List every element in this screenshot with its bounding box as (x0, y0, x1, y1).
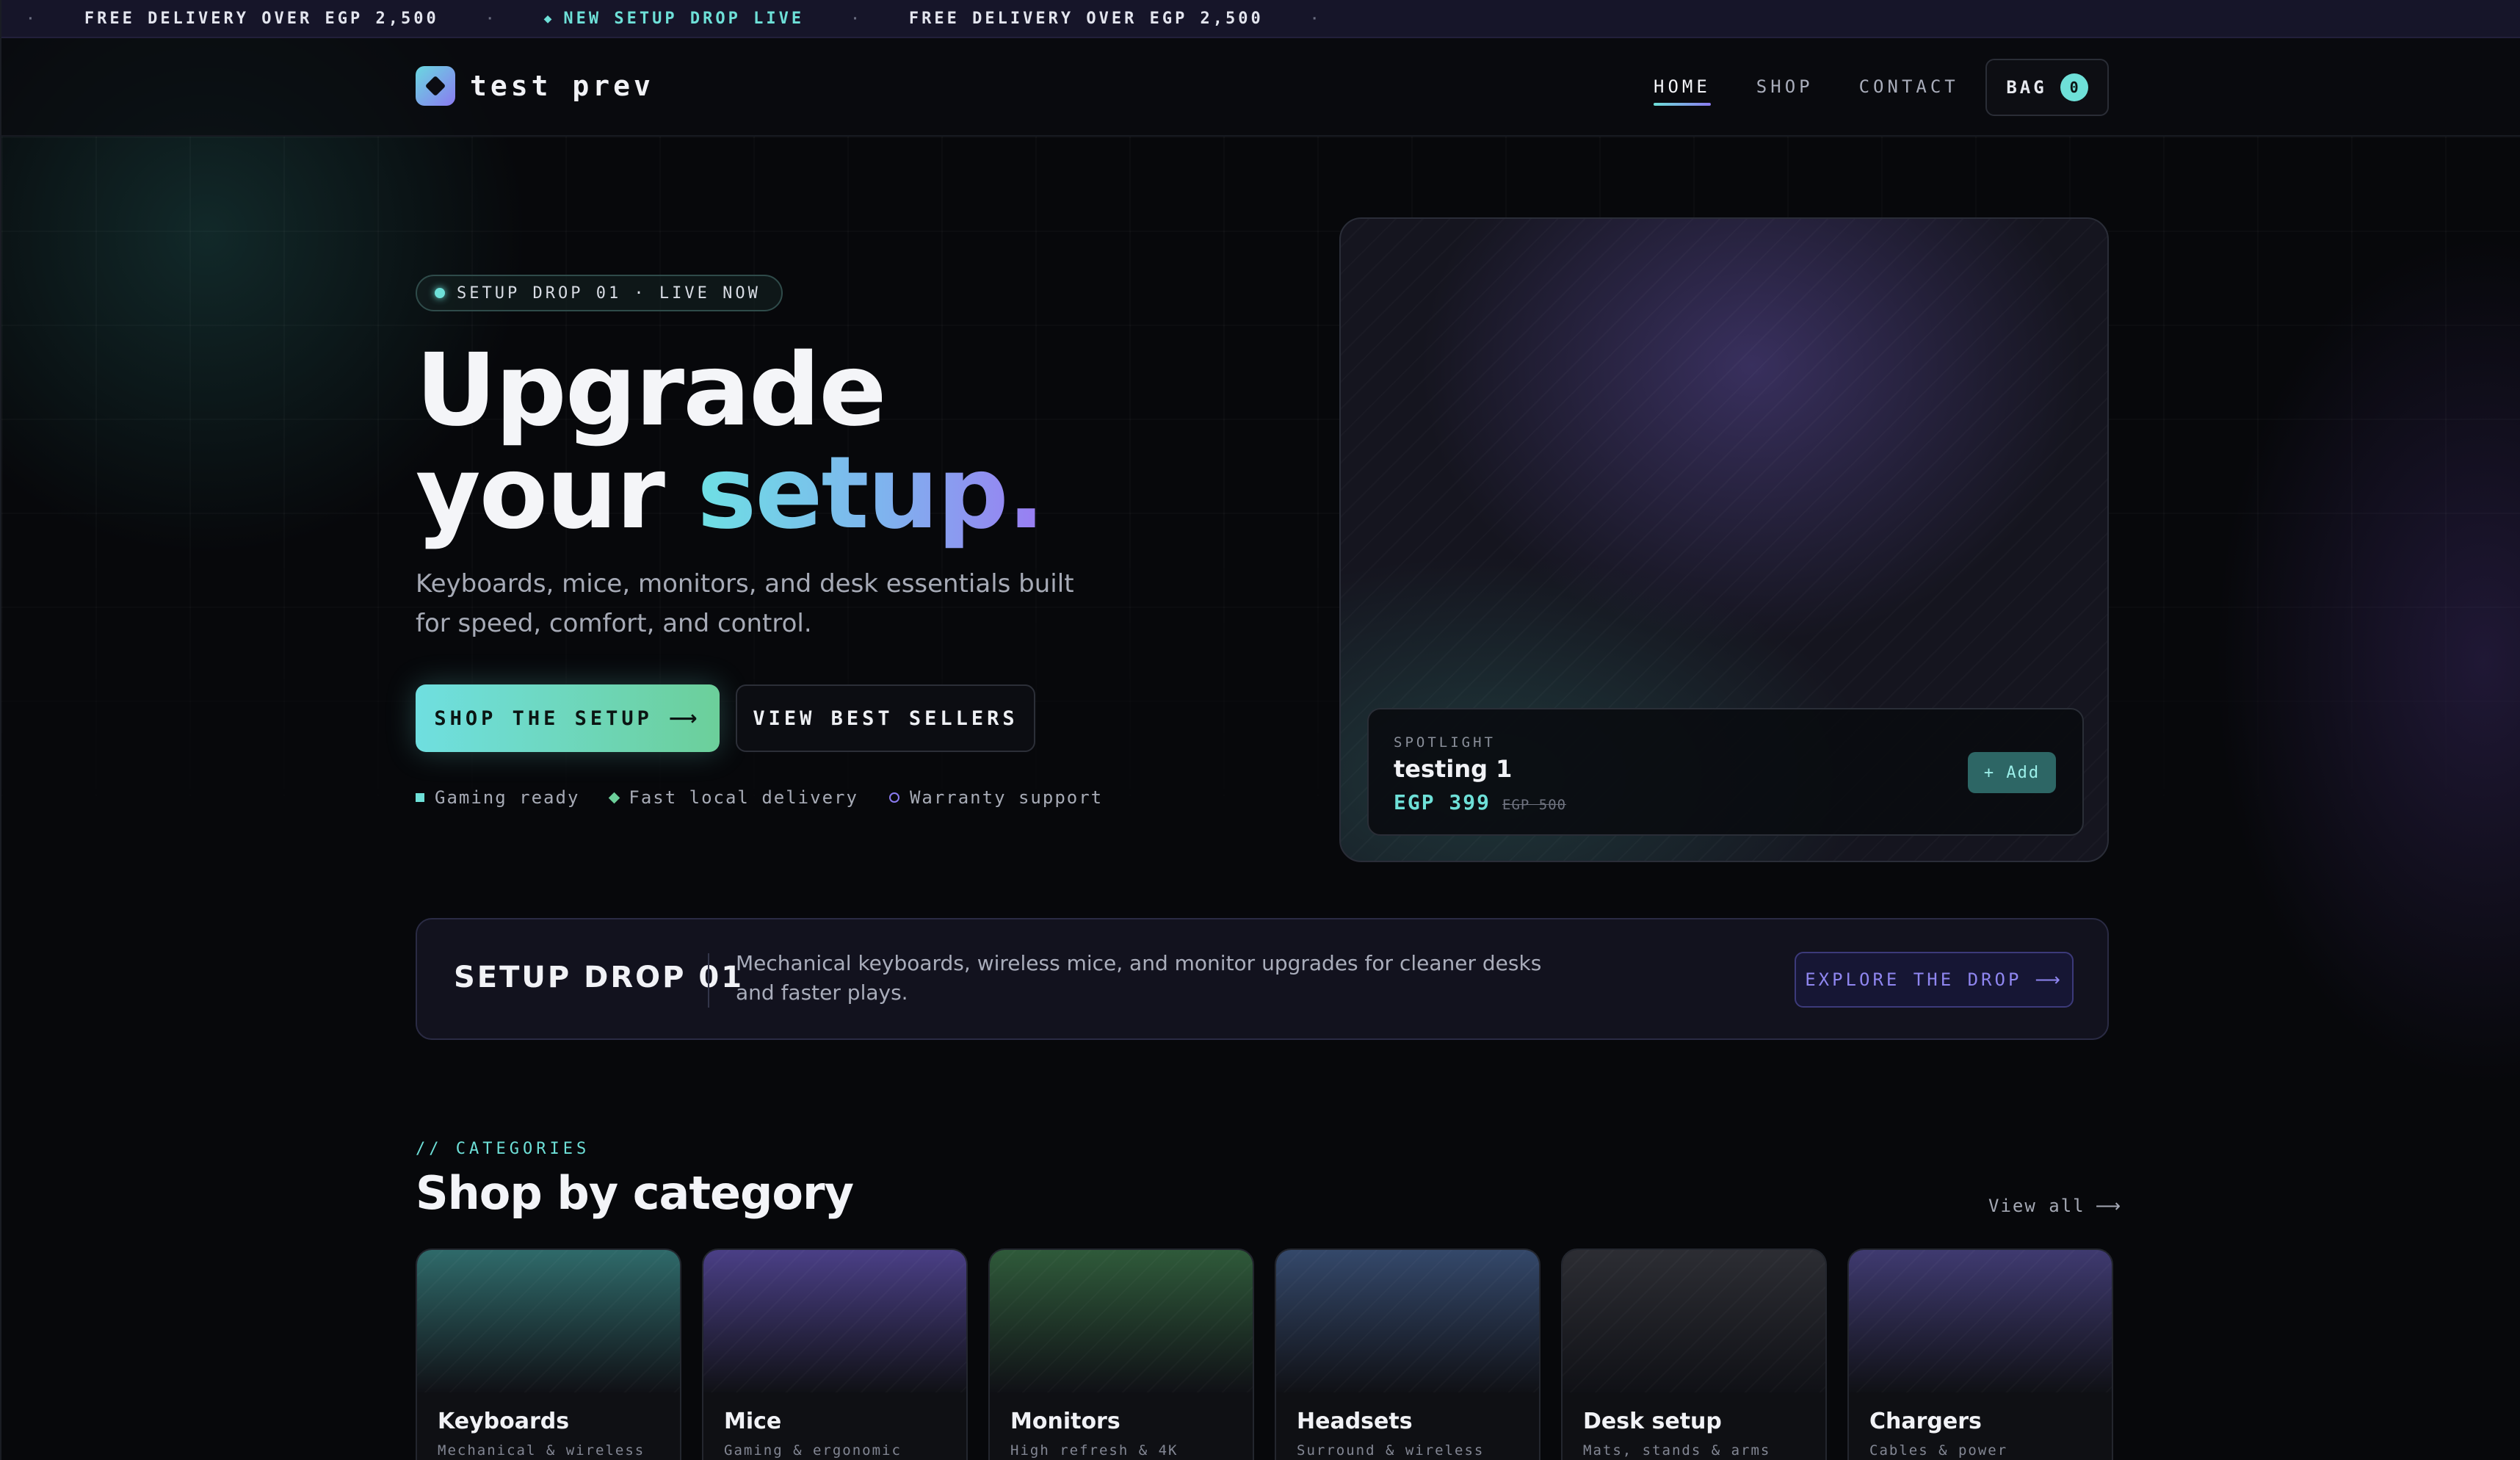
perks-list: Gaming ready Fast local delivery Warrant… (416, 787, 1103, 808)
spotlight-panel: SPOTLIGHT testing 1 EGP 399 EGP 500 + Ad… (1367, 708, 2084, 836)
category-image (1276, 1250, 1539, 1392)
category-name: Keyboards (438, 1409, 570, 1434)
brand-logo-link[interactable]: test prev (416, 66, 654, 106)
category-card-chargers[interactable]: Chargers Cables & power (1847, 1248, 2113, 1460)
nav-link-home[interactable]: HOME (1654, 76, 1711, 106)
drop-status-text: SETUP DROP 01 · LIVE NOW (457, 283, 761, 303)
category-name: Desk setup (1583, 1409, 1722, 1434)
hero-title: Upgrade your setup. (416, 333, 1045, 545)
arrow-right-icon: ⟶ (668, 706, 701, 730)
category-subtitle: High refresh & 4K (1010, 1442, 1178, 1459)
ring-icon (888, 792, 899, 803)
announcement-separator: · (485, 10, 497, 26)
category-card-keyboards[interactable]: Keyboards Mechanical & wireless (416, 1248, 681, 1460)
spotlight-label: SPOTLIGHT (1394, 734, 1496, 751)
announcement-item: FREE DELIVERY OVER EGP 2,500 (908, 9, 1264, 28)
spotlight-price: EGP 399 EGP 500 (1394, 790, 1566, 814)
background-grid (1, 137, 2520, 871)
hero-title-accent: setup. (697, 436, 1045, 552)
category-name: Chargers (1869, 1409, 1982, 1434)
explore-the-drop-label: EXPLORE THE DROP (1805, 969, 2022, 990)
logo-icon (416, 66, 455, 106)
bag-count-badge: 0 (2060, 73, 2088, 101)
top-nav: test prev HOME SHOP CONTACT BAG 0 (1, 38, 2520, 137)
announcement-separator: · (1310, 10, 1322, 26)
arrow-right-icon: ⟶ (2095, 1196, 2122, 1216)
category-card-mice[interactable]: Mice Gaming & ergonomic (702, 1248, 968, 1460)
drop-status-pill: SETUP DROP 01 · LIVE NOW (416, 275, 783, 311)
announcement-item-highlight: NEW SETUP DROP LIVE (563, 9, 805, 28)
add-to-bag-button[interactable]: + Add (1968, 752, 2056, 793)
drop-description: Mechanical keyboards, wireless mice, and… (736, 951, 1542, 1005)
announcement-item: FREE DELIVERY OVER EGP 2,500 (84, 9, 439, 28)
category-image (417, 1250, 680, 1392)
view-all-label: View all (1988, 1196, 2085, 1216)
storefront-page: · FREE DELIVERY OVER EGP 2,500 · ◆ NEW S… (0, 0, 2520, 1460)
live-dot-icon (435, 288, 445, 298)
perk-item: Warranty support (888, 787, 1104, 808)
announcement-separator: · (851, 10, 862, 26)
category-subtitle: Mechanical & wireless (438, 1442, 645, 1459)
category-name: Headsets (1297, 1409, 1413, 1434)
divider (708, 953, 709, 1008)
perk-label: Gaming ready (435, 787, 580, 808)
perk-item: Fast local delivery (609, 787, 858, 808)
explore-the-drop-button[interactable]: EXPLORE THE DROP ⟶ (1795, 952, 2074, 1008)
perk-label: Warranty support (909, 787, 1104, 808)
category-card-headsets[interactable]: Headsets Surround & wireless (1275, 1248, 1540, 1460)
hero-title-line2: your setup. (416, 442, 1045, 545)
spotlight-current-price: EGP 399 (1394, 790, 1491, 814)
hero-title-line1: Upgrade (416, 333, 887, 449)
nav-link-shop[interactable]: SHOP (1756, 76, 1814, 104)
announcement-separator: · (26, 10, 37, 26)
category-name: Mice (724, 1409, 782, 1434)
category-subtitle: Cables & power (1869, 1442, 2008, 1459)
category-image (1849, 1250, 2112, 1392)
category-name: Monitors (1010, 1409, 1120, 1434)
nav-link-contact[interactable]: CONTACT (1859, 76, 1959, 104)
brand-name: test prev (470, 70, 654, 102)
spotlight-product-name[interactable]: testing 1 (1394, 755, 1512, 783)
category-card-monitors[interactable]: Monitors High refresh & 4K (988, 1248, 1254, 1460)
category-image (703, 1250, 966, 1392)
category-image (990, 1250, 1253, 1392)
category-subtitle: Mats, stands & arms (1583, 1442, 1771, 1459)
perk-label: Fast local delivery (629, 787, 858, 808)
category-subtitle: Gaming & ergonomic (724, 1442, 902, 1459)
view-all-link[interactable]: View all ⟶ (1988, 1196, 2122, 1216)
drop-title: SETUP DROP 01 (454, 961, 745, 994)
diamond-icon: ◆ (543, 10, 555, 26)
bag-label: BAG (2006, 77, 2047, 98)
nav-links: HOME SHOP CONTACT (1654, 76, 1959, 106)
hero-subtitle: Keyboards, mice, monitors, and desk esse… (416, 569, 1074, 638)
category-image (1563, 1250, 1825, 1392)
announcement-bar: · FREE DELIVERY OVER EGP 2,500 · ◆ NEW S… (1, 0, 2520, 38)
hero-title-prefix: your (416, 436, 698, 552)
diamond-icon (609, 792, 620, 803)
setup-drop-banner: SETUP DROP 01 Mechanical keyboards, wire… (416, 918, 2109, 1040)
category-subtitle: Surround & wireless (1297, 1442, 1485, 1459)
view-best-sellers-button[interactable]: VIEW BEST SELLERS (736, 684, 1035, 752)
shop-the-setup-button[interactable]: SHOP THE SETUP ⟶ (416, 684, 720, 752)
categories-eyebrow: // CATEGORIES (416, 1140, 590, 1158)
bag-button[interactable]: BAG 0 (1985, 59, 2109, 116)
spotlight-old-price: EGP 500 (1502, 797, 1567, 813)
square-icon (416, 793, 424, 802)
category-card-desk-setup[interactable]: Desk setup Mats, stands & arms (1561, 1248, 1827, 1460)
categories-title: Shop by category (416, 1166, 854, 1220)
perk-item: Gaming ready (416, 787, 579, 808)
category-grid: Keyboards Mechanical & wireless Mice Gam… (416, 1248, 2113, 1460)
arrow-right-icon: ⟶ (2035, 969, 2063, 990)
hero-product-card: SPOTLIGHT testing 1 EGP 399 EGP 500 + Ad… (1339, 217, 2109, 862)
shop-the-setup-label: SHOP THE SETUP (434, 706, 653, 730)
